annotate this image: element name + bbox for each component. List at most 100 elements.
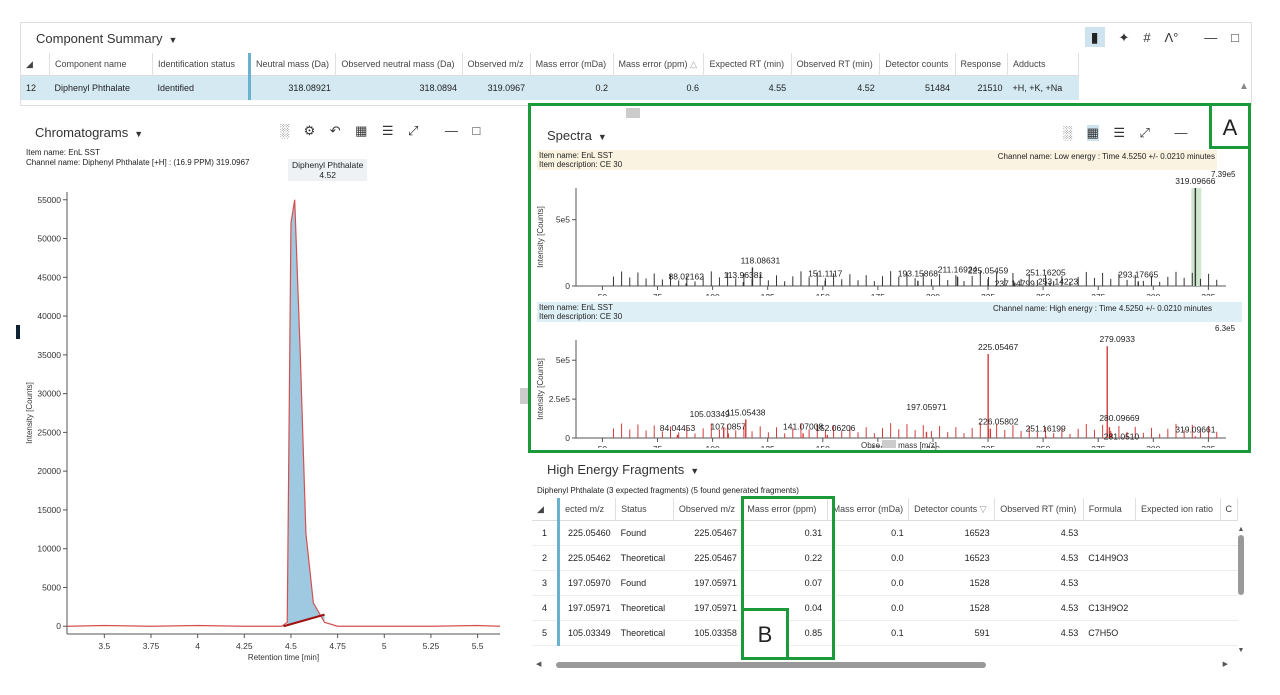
peak-label: 107.0857 [710,421,746,431]
expand-icon[interactable]: ⤢ [408,123,418,139]
drag-handle[interactable] [626,108,640,118]
fragments-panel: High Energy Fragments ▼ Diphenyl Phthalat… [532,456,1252,671]
summary-scrollbar[interactable]: ▲ [1239,81,1249,101]
x-tick-label: 275 [1091,292,1105,296]
chart-options-icon[interactable]: ☰ [1113,125,1125,141]
minimize-icon[interactable]: — [1174,125,1187,140]
fragment-cell-formula: C14H9O3 [1088,553,1129,563]
row-index: 12 [26,83,37,93]
x-tick-label: 5.25 [423,641,440,651]
minimize-icon[interactable]: — [1204,30,1217,45]
component-summary-title[interactable]: Component Summary ▼ [36,31,177,46]
table-row[interactable]: 12 Diphenyl Phthalate Identified 318.089… [21,75,1079,100]
table-row[interactable]: 1 225.05460 Found 225.05467 0.31 0.1 16523 4.53 [532,520,1238,546]
col-expected-mz[interactable]: ected m/z [558,498,617,521]
maximize-icon[interactable]: □ [472,123,480,138]
table-icon[interactable]: ▦ [1086,125,1099,141]
col-observed-rt[interactable]: Observed RT (min) [791,53,881,76]
y-tick-label: 5000 [42,582,61,592]
splitter-handle[interactable] [16,325,20,339]
gear-icon[interactable]: ⚙ [304,123,316,139]
y-tick-label: 5e5 [556,355,570,365]
fragments-title[interactable]: High Energy Fragments ▼ [547,462,699,477]
col-status[interactable]: Status [615,498,674,521]
fragment-cell-mda: 0.0 [891,603,904,613]
col-expected-rt[interactable]: Expected RT (min) [703,53,792,76]
maximize-icon[interactable]: □ [1231,30,1239,45]
high-energy-spectrum[interactable]: 5e52.5e505075100125150175200225250275300… [531,318,1246,448]
peak-label: 88.02162 [668,271,704,281]
x-tick-label: 125 [761,292,775,296]
col-more[interactable]: C [1220,498,1238,521]
table-icon[interactable]: ▦ [355,123,367,139]
chromatogram-chart[interactable]: 5500050000450004000035000300002500020000… [20,152,520,672]
col-formula[interactable]: Formula [1083,498,1136,521]
col-neutral-mass[interactable]: Neutral mass (Da) [249,53,337,76]
hash-icon[interactable]: # [1143,30,1150,45]
y-tick-label: 0 [565,433,570,443]
table-row[interactable]: 5 105.03349 Theoretical 105.03358 0.85 0.1 591… [532,620,1238,646]
col-detector-counts[interactable]: Detector counts [879,53,956,76]
peak-tool-icon[interactable]: ░ [280,123,289,138]
col-response[interactable]: Response [955,53,1009,76]
horizontal-scrollbar[interactable]: ◀ ▶ [532,660,1232,670]
x-tick-label: 50 [598,292,608,296]
chromatograms-panel: Chromatograms ▼ ░ ⚙ ↶ ▦ ☰ ⤢ — □ Item name… [20,112,520,672]
col-component-name[interactable]: Component name [49,53,153,76]
peak-label: 226.05802 [978,417,1018,427]
low-energy-spectrum[interactable]: 5e5 0 50 75 100 125 150 175 200 225 250 275 300 325 In… [531,166,1246,296]
x-tick-label: 150 [816,444,830,448]
spectra-title[interactable]: Spectra ▼ [547,128,607,143]
y-tick-label: 30000 [37,389,61,399]
fragment-cell-counts: 16523 [964,528,990,538]
vertical-scrollbar[interactable]: ▲ ▼ [1236,526,1246,656]
x-tick-label: 250 [1036,292,1050,296]
response-cell: 21510 [977,83,1003,93]
collapse-icon[interactable] [882,440,897,448]
fragment-cell-status: Theoretical [620,628,666,638]
x-tick-label: 5.5 [472,641,484,651]
fragments-subtitle: Diphenyl Phthalate (3 expected fragments… [537,486,799,495]
undo-icon[interactable]: ↶ [330,123,341,139]
peak-label: 84.04453 [660,423,696,433]
spectrum-tool-icon[interactable]: Λ° [1164,30,1178,45]
col-observed-mz[interactable]: Observed m/z [673,498,743,521]
peak-label: 281.0510 [1104,431,1140,441]
col-expected-ion-ratio[interactable]: Expected ion ratio [1135,498,1221,521]
col-observed-neutral-mass[interactable]: Observed neutral mass (Da) [335,53,463,76]
chart-options-icon[interactable]: ☰ [382,123,394,139]
sort-corner-icon[interactable]: ◢ [532,498,561,521]
col-observed-rt[interactable]: Observed RT (min) [994,498,1084,521]
peak-tool-icon[interactable]: ░ [1063,125,1072,140]
y-axis-label: Intensity [Counts] [536,358,545,420]
beaker-icon[interactable]: ▮ [1084,27,1105,47]
table-row[interactable]: 3 197.05970 Found 197.05971 0.07 0.0 1528 4.53 [532,570,1238,596]
table-row[interactable]: 2 225.05462 Theoretical 225.05467 0.22 0.0 165… [532,545,1238,571]
x-tick-label: 225 [981,292,995,296]
col-detector-counts[interactable]: Detector counts ▽ [908,498,996,521]
col-identification-status[interactable]: Identification status [152,53,251,76]
col-observed-mz[interactable]: Observed m/z [462,53,531,76]
collapse-handle[interactable] [520,388,528,404]
y-tick-label: 35000 [37,350,61,360]
col-adducts[interactable]: Adducts [1007,53,1079,76]
peak-label: 319.09661 [1175,424,1215,434]
fragment-cell-empty [1220,571,1238,596]
expand-icon[interactable]: ⤢ [1140,125,1150,141]
fragment-cell-empty [1220,546,1238,571]
chromatograms-title[interactable]: Chromatograms ▼ [35,125,143,140]
y-tick-label: 50000 [37,234,61,244]
observed-neutral-mass-cell: 318.0894 [419,83,458,93]
col-mass-error-mda[interactable]: Mass error (mDa) [827,498,910,521]
peak-label: 193.15868 [898,269,938,279]
component-summary-panel: Component Summary ▼ ▮ ✦ # Λ° — □ ◢ Compon… [20,22,1252,106]
fragment-cell-exp: 197.05971 [568,603,611,613]
minimize-icon[interactable]: — [445,123,458,138]
table-row[interactable]: 4 197.05971 Theoretical 197.05971 0.04 0.0 152… [532,595,1238,621]
share-icon[interactable]: ✦ [1119,30,1130,46]
col-mass-error-mda[interactable]: Mass error (mDa) [530,53,614,76]
col-mass-error-ppm[interactable]: Mass error (ppm) △ [613,53,705,76]
fragment-cell-counts: 591 [974,628,990,638]
sort-corner-icon[interactable]: ◢ [21,53,50,76]
fragment-cell-exp: 197.05970 [568,578,611,588]
